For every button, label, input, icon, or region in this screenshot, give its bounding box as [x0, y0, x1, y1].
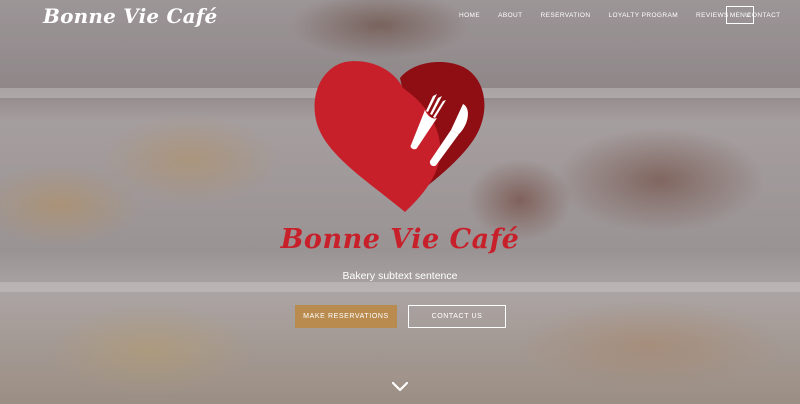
- nav-item-reviews[interactable]: REVIEWS: [696, 12, 729, 19]
- brand-logo-text[interactable]: Bonne Vie Café: [43, 4, 217, 28]
- chevron-down-icon[interactable]: [390, 380, 410, 394]
- hero-subtext: Bakery subtext sentence: [342, 270, 458, 282]
- nav-item-reservation[interactable]: RESERVATION: [541, 12, 591, 19]
- contact-us-button[interactable]: CONTACT US: [408, 305, 506, 328]
- make-reservations-button[interactable]: MAKE RESERVATIONS: [295, 305, 397, 328]
- nav-item-home[interactable]: HOME: [459, 12, 480, 19]
- top-navigation-bar: Bonne Vie Café HOME ABOUT RESERVATION LO…: [0, 0, 800, 32]
- nav-item-loyalty-program[interactable]: LOYALTY PROGRAM: [608, 12, 678, 19]
- heart-fork-knife-icon: [314, 61, 485, 212]
- hero-section: Bonne Vie Café HOME ABOUT RESERVATION LO…: [0, 0, 800, 404]
- hero-title: Bonne Vie Café: [280, 224, 520, 255]
- menu-button[interactable]: MENU: [726, 6, 754, 24]
- nav-item-about[interactable]: ABOUT: [498, 12, 522, 19]
